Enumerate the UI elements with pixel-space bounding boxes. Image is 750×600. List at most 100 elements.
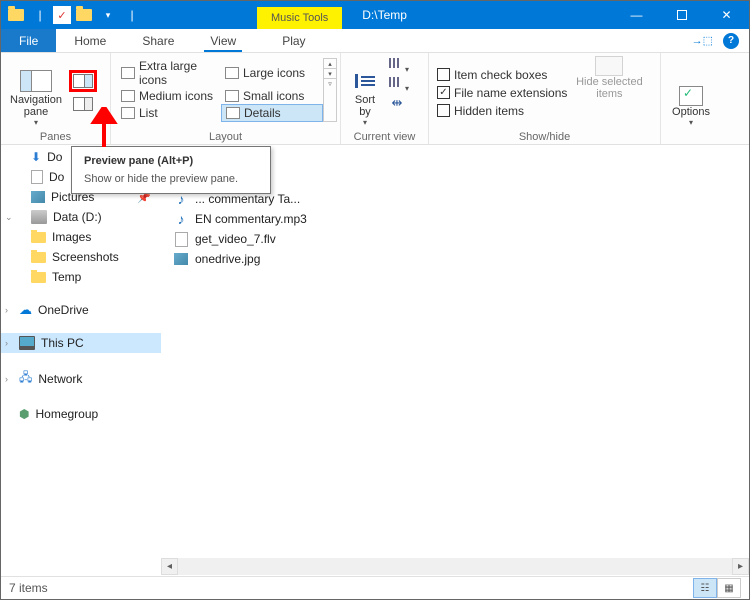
- download-icon: ⬇: [31, 150, 41, 164]
- expand-icon[interactable]: ›: [5, 305, 8, 315]
- preview-pane-icon: [73, 74, 93, 88]
- scroll-right-button[interactable]: ▸: [732, 558, 749, 575]
- scroll-track[interactable]: [178, 558, 732, 575]
- expand-icon[interactable]: ›: [5, 374, 8, 384]
- details-view-icon: ☷: [701, 583, 710, 594]
- music-tools-tab[interactable]: Music Tools: [257, 7, 342, 29]
- current-view-group-label: Current view: [347, 129, 422, 143]
- hide-selected-button: Hide selected items: [573, 56, 645, 129]
- video-icon: [173, 231, 189, 247]
- expand-icon[interactable]: ›: [5, 338, 8, 348]
- thumbnails-view-toggle[interactable]: ▦: [717, 578, 741, 598]
- options-group: Options ▾: [661, 53, 721, 144]
- hidden-items-option[interactable]: Hidden items: [435, 103, 569, 119]
- qat-dropdown-icon[interactable]: ▾: [97, 4, 119, 26]
- options-button[interactable]: Options ▾: [667, 56, 715, 129]
- tooltip-title: Preview pane (Alt+P): [84, 155, 258, 167]
- layout-group: Extra large icons Large icons Medium ico…: [111, 53, 341, 144]
- chevron-down-icon: ▾: [689, 118, 693, 127]
- tree-item-onedrive[interactable]: ›☁OneDrive: [1, 299, 161, 321]
- show-hide-group: Item check boxes ✓File name extensions H…: [429, 53, 661, 144]
- image-icon: [173, 251, 189, 267]
- onedrive-icon: ☁: [19, 302, 32, 318]
- play-tab[interactable]: Play: [260, 29, 327, 52]
- file-item[interactable]: ♪EN commentary.mp3: [169, 209, 741, 229]
- hide-selected-icon: [595, 56, 623, 76]
- quick-access-toolbar: | ✓ ▾ |: [1, 4, 147, 26]
- tree-item-data-drive[interactable]: ⌄Data (D:): [1, 207, 161, 227]
- folder-icon: [31, 272, 46, 283]
- navigation-pane-icon: [20, 70, 52, 92]
- thumbnails-view-icon: ▦: [724, 583, 733, 594]
- layout-group-label: Layout: [117, 129, 334, 143]
- tree-item-screenshots[interactable]: Screenshots: [1, 247, 161, 267]
- minimize-ribbon-icon[interactable]: →⬚: [692, 34, 713, 47]
- scroll-left-button[interactable]: ◂: [161, 558, 178, 575]
- details-pane-button[interactable]: [69, 93, 97, 115]
- details-view-toggle[interactable]: ☷: [693, 578, 717, 598]
- expand-icon[interactable]: ⌄: [5, 212, 13, 223]
- help-icon[interactable]: ?: [723, 33, 739, 49]
- layout-spinner: ▴ ▾ ▿: [323, 58, 337, 122]
- minimize-button[interactable]: —: [614, 1, 659, 29]
- panes-group: Navigation pane ▾ Panes: [1, 53, 111, 144]
- tree-item-images[interactable]: Images: [1, 227, 161, 247]
- layout-up-button[interactable]: ▴: [324, 59, 336, 69]
- view-tab[interactable]: View: [192, 29, 254, 52]
- file-list[interactable]: ♪...y 2.... ♪...y.mp3 ♪... commentary Ta…: [161, 145, 749, 575]
- this-pc-icon: [19, 336, 35, 350]
- close-button[interactable]: ✕: [704, 1, 749, 29]
- file-extensions-option[interactable]: ✓File name extensions: [435, 85, 569, 101]
- file-tab[interactable]: File: [1, 29, 56, 52]
- options-icon: [679, 86, 703, 106]
- qat-folder-icon[interactable]: [5, 4, 27, 26]
- pictures-icon: [31, 191, 45, 203]
- options-label: Options: [672, 106, 710, 118]
- horizontal-scrollbar[interactable]: ◂ ▸: [161, 558, 749, 575]
- details-option[interactable]: Details: [221, 104, 323, 122]
- list-option[interactable]: List: [117, 105, 219, 121]
- maximize-button[interactable]: [659, 1, 704, 29]
- medium-icons-option[interactable]: Medium icons: [117, 88, 219, 104]
- qat-folder2-icon[interactable]: [73, 4, 95, 26]
- layout-down-button[interactable]: ▾: [324, 69, 336, 79]
- tree-item-temp[interactable]: Temp: [1, 267, 161, 287]
- large-icons-option[interactable]: Large icons: [221, 65, 323, 81]
- ribbon-tabs: File Home Share View Play →⬚ ?: [1, 29, 749, 53]
- file-item[interactable]: get_video_7.flv: [169, 229, 741, 249]
- navigation-pane-button[interactable]: Navigation pane ▾: [7, 56, 65, 129]
- context-tab-area: Music Tools: [257, 1, 342, 29]
- item-count: 7 items: [9, 581, 48, 595]
- home-tab[interactable]: Home: [56, 29, 124, 52]
- file-item[interactable]: onedrive.jpg: [169, 249, 741, 269]
- group-by-button[interactable]: ▾: [387, 56, 407, 74]
- tree-item-this-pc[interactable]: ›This PC: [1, 333, 161, 353]
- small-icons-option[interactable]: Small icons: [221, 88, 323, 104]
- tooltip: Preview pane (Alt+P) Show or hide the pr…: [71, 146, 271, 194]
- checkbox-icon: [437, 68, 450, 81]
- sort-by-button[interactable]: Sort by ▾: [347, 56, 383, 129]
- qat-properties-icon[interactable]: ✓: [53, 6, 71, 24]
- qat-sep: |: [29, 4, 51, 26]
- layout-expand-button[interactable]: ▿: [324, 79, 336, 89]
- navigation-pane-label: Navigation pane: [10, 94, 62, 118]
- current-view-group: Sort by ▾ ▾ ▾ ⇹ Current view: [341, 53, 429, 144]
- tree-item-homegroup[interactable]: ⬢Homegroup: [1, 404, 161, 424]
- tree-item-network[interactable]: ›🖧Network: [1, 365, 161, 392]
- tooltip-body: Show or hide the preview pane.: [84, 173, 258, 185]
- navigation-tree[interactable]: ⬇Do Do Pictures📌 ⌄Data (D:) Images Scree…: [1, 145, 161, 575]
- drive-icon: [31, 210, 47, 224]
- chevron-down-icon: ▾: [34, 118, 38, 127]
- size-columns-button[interactable]: ⇹: [387, 94, 407, 112]
- item-checkboxes-option[interactable]: Item check boxes: [435, 67, 569, 83]
- window-title: D:\Temp: [362, 8, 407, 22]
- show-hide-group-label: Show/hide: [435, 129, 654, 143]
- network-icon: 🖧: [19, 368, 32, 389]
- checkbox-checked-icon: ✓: [437, 86, 450, 99]
- share-tab[interactable]: Share: [124, 29, 192, 52]
- add-columns-button[interactable]: ▾: [387, 75, 407, 93]
- preview-pane-button[interactable]: [69, 70, 97, 92]
- extra-large-icons-option[interactable]: Extra large icons: [117, 58, 219, 88]
- checkbox-icon: [437, 104, 450, 117]
- chevron-down-icon: ▾: [363, 118, 367, 127]
